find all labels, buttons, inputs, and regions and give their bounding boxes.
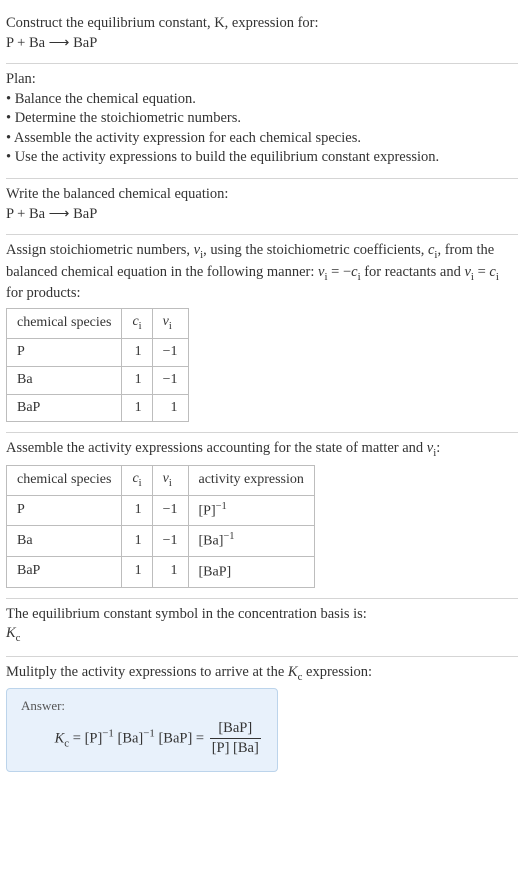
cell-ci: 1 (122, 338, 152, 366)
plan-item: • Use the activity expressions to build … (6, 148, 518, 168)
intro-section: Construct the equilibrium constant, K, e… (6, 8, 518, 64)
plan-item: • Determine the stoichiometric numbers. (6, 109, 518, 129)
sub-i: i (139, 478, 142, 489)
cell-species: BaP (7, 557, 122, 588)
term-p: [P] (85, 730, 103, 746)
col-nui: νi (152, 465, 188, 495)
col-activity: activity expression (188, 465, 314, 495)
expr-sup: −1 (223, 531, 234, 542)
table-row: Ba 1 −1 (7, 366, 189, 394)
table-row: BaP 1 1 (7, 394, 189, 422)
answer-label: Answer: (21, 697, 263, 715)
fraction-denominator: [P] [Ba] (210, 739, 261, 759)
cell-activity: [P]−1 (188, 495, 314, 526)
intro-equation: P + Ba ⟶ BaP (6, 34, 518, 54)
equals: = (69, 730, 84, 746)
cell-species: Ba (7, 526, 122, 557)
kc-symbol: Kc (6, 624, 518, 646)
expr-sup: −1 (216, 501, 227, 512)
symbol-title: The equilibrium constant symbol in the c… (6, 605, 518, 625)
cell-ci: 1 (122, 557, 152, 588)
term-ba: [Ba] (114, 730, 143, 746)
cell-nui: −1 (152, 366, 188, 394)
activity-text: Assemble the activity expressions accoun… (6, 439, 518, 461)
col-ci: ci (122, 465, 152, 495)
multiply-text-b: expression: (302, 664, 372, 680)
sub-i: i (169, 478, 172, 489)
multiply-text-a: Mulitply the activity expressions to arr… (6, 664, 288, 680)
col-nui: νi (152, 308, 188, 338)
equals: = (474, 264, 489, 280)
multiply-text: Mulitply the activity expressions to arr… (6, 663, 518, 685)
col-species: chemical species (7, 465, 122, 495)
cell-species: P (7, 338, 122, 366)
cell-species: Ba (7, 366, 122, 394)
col-species: chemical species (7, 308, 122, 338)
plan-title: Plan: (6, 70, 518, 90)
expr-base: [Ba] (199, 534, 224, 549)
k-symbol: K (288, 664, 298, 680)
cell-activity: [Ba]−1 (188, 526, 314, 557)
activity-text-a: Assemble the activity expressions accoun… (6, 440, 427, 456)
activity-section: Assemble the activity expressions accoun… (6, 433, 518, 598)
table-header-row: chemical species ci νi (7, 308, 189, 338)
stoich-section: Assign stoichiometric numbers, νi , using… (6, 235, 518, 433)
symbol-section: The equilibrium constant symbol in the c… (6, 599, 518, 657)
intro-text: Construct the equilibrium constant, K, e… (6, 15, 319, 31)
balanced-equation: P + Ba ⟶ BaP (6, 205, 518, 225)
stoich-text-e: for products: (6, 285, 81, 301)
plan-item: • Balance the chemical equation. (6, 90, 518, 110)
intro-line1: Construct the equilibrium constant, K, e… (6, 14, 518, 34)
sub-c: c (16, 632, 21, 644)
cell-species: P (7, 495, 122, 526)
term-bap-eq: [BaP] = (155, 730, 208, 746)
table-row: Ba 1 −1 [Ba]−1 (7, 526, 315, 557)
sub-i: i (169, 321, 172, 332)
activity-text-b: : (436, 440, 440, 456)
equals-neg: = − (328, 264, 352, 280)
activity-table: chemical species ci νi activity expressi… (6, 465, 315, 588)
table-row: P 1 −1 (7, 338, 189, 366)
cell-nui: −1 (152, 495, 188, 526)
cell-nui: 1 (152, 394, 188, 422)
answer-expression: Kc = [P]−1 [Ba]−1 [BaP] = [BaP][P] [Ba] (21, 719, 263, 759)
cell-ci: 1 (122, 495, 152, 526)
table-row: BaP 1 1 [BaP] (7, 557, 315, 588)
stoich-text: Assign stoichiometric numbers, νi, using… (6, 241, 518, 304)
balanced-section: Write the balanced chemical equation: P … (6, 179, 518, 235)
plan-section: Plan: • Balance the chemical equation. •… (6, 64, 518, 179)
stoich-text-d: for reactants and (361, 264, 465, 280)
cell-ci: 1 (122, 526, 152, 557)
expr-base: [P] (199, 504, 216, 519)
plan-item: • Assemble the activity expression for e… (6, 129, 518, 149)
stoich-text-b: , using the stoichiometric coefficients, (203, 242, 428, 258)
cell-activity: [BaP] (188, 557, 314, 588)
cell-ci: 1 (122, 394, 152, 422)
fraction: [BaP][P] [Ba] (210, 719, 261, 759)
sub-i: i (496, 271, 499, 283)
balanced-title: Write the balanced chemical equation: (6, 185, 518, 205)
table-header-row: chemical species ci νi activity expressi… (7, 465, 315, 495)
expr-base: [BaP] (199, 565, 232, 580)
stoich-text-a: Assign stoichiometric numbers, (6, 242, 194, 258)
col-ci: ci (122, 308, 152, 338)
table-row: P 1 −1 [P]−1 (7, 495, 315, 526)
cell-nui: −1 (152, 526, 188, 557)
k-symbol: K (55, 730, 65, 746)
sup-neg1: −1 (143, 727, 155, 739)
answer-box: Answer: Kc = [P]−1 [Ba]−1 [BaP] = [BaP][… (6, 688, 278, 772)
sub-i: i (139, 321, 142, 332)
cell-nui: 1 (152, 557, 188, 588)
cell-ci: 1 (122, 366, 152, 394)
stoich-table: chemical species ci νi P 1 −1 Ba 1 −1 Ba… (6, 308, 189, 423)
cell-nui: −1 (152, 338, 188, 366)
k-symbol: K (6, 625, 16, 641)
multiply-section: Mulitply the activity expressions to arr… (6, 657, 518, 782)
cell-species: BaP (7, 394, 122, 422)
sup-neg1: −1 (102, 727, 114, 739)
fraction-numerator: [BaP] (210, 719, 261, 740)
